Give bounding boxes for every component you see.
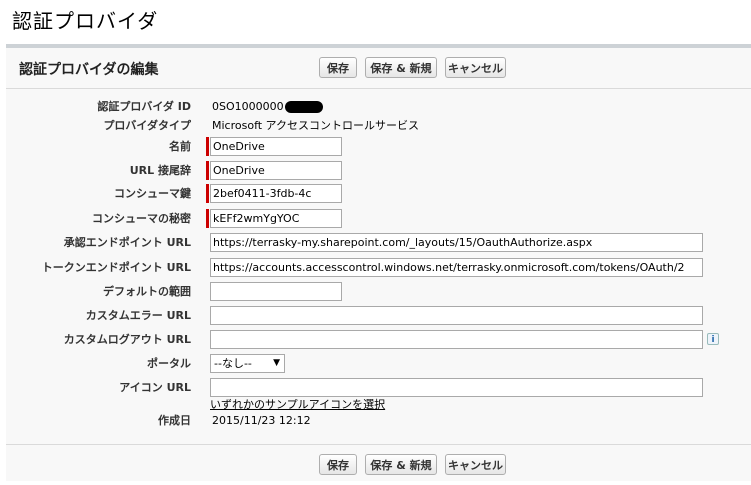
redaction-mark — [284, 101, 323, 113]
default-scope-input[interactable] — [210, 282, 342, 301]
row-token-url: トークンエンドポイント URL https://accounts.accessc… — [6, 258, 751, 283]
row-custom-logout-url: カスタムログアウト URL i — [6, 330, 751, 355]
authorize-url-label: 承認エンドポイント URL — [63, 236, 191, 249]
provider-id-text: 0SO1000000 — [212, 100, 284, 113]
row-provider-type: プロバイダタイプ Microsoft アクセスコントロールサービス — [6, 119, 751, 141]
info-icon[interactable]: i — [707, 333, 719, 345]
consumer-secret-label: コンシューマの秘密 — [92, 212, 191, 225]
authorize-url-input[interactable]: https://terrasky-my.sharepoint.com/_layo… — [210, 233, 703, 252]
custom-error-url-input[interactable] — [210, 306, 703, 325]
save-new-button-bottom[interactable]: 保存 & 新規 — [365, 454, 437, 475]
save-button-top[interactable]: 保存 — [319, 57, 357, 78]
cancel-button-top[interactable]: キャンセル — [445, 57, 506, 78]
row-created-date: 作成日 2015/11/23 12:12 — [6, 414, 751, 436]
consumer-key-label: コンシューマ鍵 — [114, 187, 191, 200]
row-portal: ポータル --なし-- ▼ — [6, 354, 751, 379]
required-indicator — [206, 209, 209, 228]
token-url-input[interactable]: https://accounts.accesscontrol.windows.n… — [210, 258, 703, 277]
provider-id-value: 0SO1000000 — [212, 100, 323, 114]
page-title: 認証プロバイダ — [12, 9, 159, 33]
row-consumer-secret: コンシューマの秘密 kEFf2wmYgYOC — [6, 209, 751, 234]
portal-selected-value: --なし-- — [214, 357, 252, 370]
consumer-key-input[interactable]: 2bef0411-3fdb-4c — [210, 184, 342, 203]
choose-sample-icon-link[interactable]: いずれかのサンプルアイコンを選択 — [210, 396, 385, 412]
provider-type-value: Microsoft アクセスコントロールサービス — [212, 119, 420, 132]
chevron-down-icon: ▼ — [273, 358, 280, 368]
auth-provider-edit-panel: 認証プロバイダの編集 保存 保存 & 新規 キャンセル 認証プロバイダ ID 0… — [6, 44, 751, 481]
provider-id-label: 認証プロバイダ ID — [97, 100, 191, 113]
cancel-button-bottom[interactable]: キャンセル — [445, 454, 506, 475]
custom-logout-url-label: カスタムログアウト URL — [63, 333, 191, 346]
portal-select[interactable]: --なし-- ▼ — [210, 354, 285, 373]
name-input[interactable]: OneDrive — [210, 137, 342, 156]
icon-url-input[interactable] — [210, 378, 703, 397]
panel-header: 認証プロバイダの編集 保存 保存 & 新規 キャンセル — [6, 48, 751, 89]
name-label: 名前 — [169, 140, 191, 153]
icon-url-label: アイコン URL — [119, 381, 191, 394]
required-indicator — [206, 137, 209, 156]
consumer-secret-input[interactable]: kEFf2wmYgYOC — [210, 209, 342, 228]
provider-type-label: プロバイダタイプ — [103, 119, 191, 132]
url-suffix-input[interactable]: OneDrive — [210, 161, 342, 180]
required-indicator — [206, 184, 209, 203]
url-suffix-label: URL 接尾辞 — [129, 164, 191, 177]
token-url-label: トークンエンドポイント URL — [41, 261, 191, 274]
row-url-suffix: URL 接尾辞 OneDrive — [6, 161, 751, 186]
row-name: 名前 OneDrive — [6, 137, 751, 162]
save-new-button-top[interactable]: 保存 & 新規 — [365, 57, 437, 78]
created-date-value: 2015/11/23 12:12 — [212, 414, 311, 427]
row-icon-url: アイコン URL いずれかのサンプルアイコンを選択 — [6, 378, 751, 411]
custom-error-url-label: カスタムエラー URL — [85, 309, 191, 322]
save-button-bottom[interactable]: 保存 — [319, 454, 357, 475]
footer-divider — [6, 444, 751, 445]
portal-label: ポータル — [147, 357, 191, 370]
row-consumer-key: コンシューマ鍵 2bef0411-3fdb-4c — [6, 184, 751, 209]
row-authorize-url: 承認エンドポイント URL https://terrasky-my.sharep… — [6, 233, 751, 258]
row-default-scope: デフォルトの範囲 — [6, 282, 751, 307]
default-scope-label: デフォルトの範囲 — [103, 285, 191, 298]
created-date-label: 作成日 — [158, 414, 191, 427]
panel-title: 認証プロバイダの編集 — [19, 62, 159, 78]
required-indicator — [206, 161, 209, 180]
row-custom-error-url: カスタムエラー URL — [6, 306, 751, 331]
custom-logout-url-input[interactable] — [210, 330, 703, 349]
